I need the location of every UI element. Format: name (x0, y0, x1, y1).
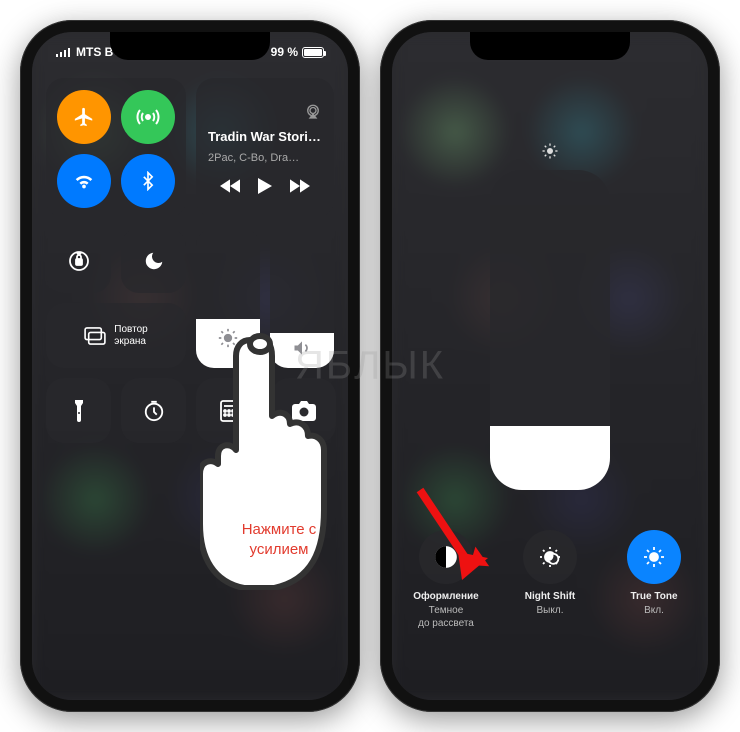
signal-icon (56, 47, 72, 57)
notch (470, 32, 630, 60)
sun-small-icon (541, 142, 559, 160)
media-play-button[interactable] (258, 178, 272, 194)
appearance-title: Оформление (413, 590, 478, 603)
screen-mirroring-button[interactable]: Повтор экрана (46, 303, 186, 368)
true-tone-icon (642, 545, 666, 569)
night-shift-toggle[interactable]: Night Shift Выкл. (509, 530, 591, 630)
notch (110, 32, 270, 60)
night-shift-icon (538, 545, 562, 569)
screen-mirroring-icon (84, 327, 106, 345)
bluetooth-toggle[interactable] (121, 154, 175, 208)
timer-button[interactable] (121, 378, 186, 443)
true-tone-sub: Вкл. (644, 604, 664, 617)
night-shift-title: Night Shift (525, 590, 576, 603)
media-next-button[interactable] (290, 178, 310, 194)
brightness-expanded-panel: Оформление Темное до рассвета Night Shif… (392, 32, 708, 700)
cellular-data-toggle[interactable] (121, 90, 175, 144)
true-tone-title: True Tone (630, 590, 677, 603)
media-module[interactable]: Tradin War Stori… 2Pac, C-Bo, Dra… (196, 78, 334, 218)
appearance-sub1: Темное (429, 604, 464, 617)
flashlight-toggle[interactable] (46, 378, 111, 443)
wifi-toggle[interactable] (57, 154, 111, 208)
battery-percent: 99 % (271, 45, 298, 59)
screen-right: Оформление Темное до рассвета Night Shif… (392, 32, 708, 700)
do-not-disturb-toggle[interactable] (121, 228, 186, 293)
phone-right: Оформление Темное до рассвета Night Shif… (380, 20, 720, 712)
callout-arrow (410, 480, 490, 590)
orientation-lock-toggle[interactable] (46, 228, 111, 293)
screen-mirroring-label: Повтор экрана (114, 324, 147, 348)
media-subtitle: 2Pac, C-Bo, Dra… (208, 152, 322, 164)
media-prev-button[interactable] (220, 178, 240, 194)
comparison-stage: MTS BY 99 % (0, 0, 740, 732)
appearance-sub2: до рассвета (418, 617, 474, 630)
battery-icon (302, 47, 324, 58)
media-title: Tradin War Stori… (208, 129, 322, 144)
night-shift-sub: Выкл. (537, 604, 564, 617)
brightness-expanded-slider[interactable] (490, 170, 610, 490)
airplane-mode-toggle[interactable] (57, 90, 111, 144)
force-touch-hint-text: Нажмите с усилием (224, 520, 334, 559)
airplay-icon[interactable] (304, 103, 322, 121)
true-tone-toggle[interactable]: True Tone Вкл. (613, 530, 695, 630)
connectivity-module[interactable] (46, 78, 186, 218)
